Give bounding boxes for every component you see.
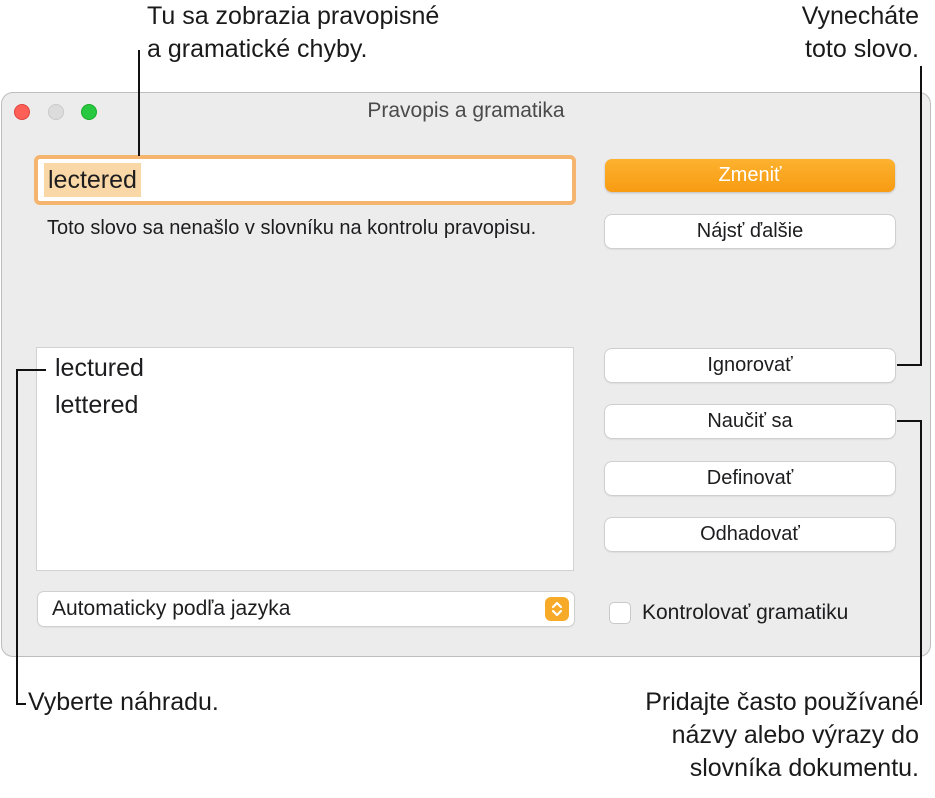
- spelling-grammar-window: Pravopis a gramatika lectered Toto slovo…: [1, 92, 931, 657]
- misspelled-word-text[interactable]: lectered: [44, 163, 141, 197]
- callout-line: toto slovo.: [805, 35, 919, 63]
- callout-line: a gramatické chyby.: [147, 35, 368, 63]
- check-grammar-checkbox[interactable]: [609, 602, 631, 624]
- status-message: Toto slovo sa nenašlo v slovníku na kont…: [47, 217, 537, 239]
- callout-line: Tu sa zobrazia pravopisné: [147, 2, 440, 30]
- callout-line: názvy alebo výrazy do: [671, 721, 919, 749]
- callout-skip-word: Vynecháte toto slovo.: [802, 0, 919, 66]
- callout-learn-words: Pridajte často používané názvy alebo výr…: [645, 686, 919, 785]
- window-title: Pravopis a gramatika: [367, 99, 565, 122]
- language-select[interactable]: Automaticky podľa jazyka: [38, 592, 574, 626]
- title-bar: Pravopis a gramatika: [2, 93, 930, 131]
- callout-leader-line: [897, 420, 922, 422]
- ignore-button[interactable]: Ignorovať: [605, 349, 895, 382]
- suggestions-list[interactable]: lectured lettered: [36, 347, 574, 571]
- misspelled-word-field[interactable]: lectered: [34, 155, 576, 205]
- callout-leader-line: [138, 50, 140, 156]
- callout-leader-line: [920, 66, 922, 366]
- list-item[interactable]: lectured: [55, 351, 144, 385]
- language-select-value: Automaticky podľa jazyka: [52, 597, 291, 620]
- callout-leader-line: [920, 420, 922, 705]
- find-next-button[interactable]: Nájsť ďalšie: [605, 215, 895, 248]
- callout-line: Vynecháte: [801, 2, 919, 30]
- callout-leader-line: [16, 369, 46, 371]
- callout-leader-line: [16, 703, 26, 705]
- define-button[interactable]: Definovať: [605, 462, 895, 495]
- callout-leader-line: [16, 369, 18, 705]
- callout-line: Vyberte náhradu.: [28, 688, 219, 716]
- learn-button[interactable]: Naučiť sa: [605, 405, 895, 438]
- callout-line: slovníka dokumentu.: [689, 754, 919, 782]
- callout-leader-line: [897, 364, 922, 366]
- callout-choose-replacement: Vyberte náhradu.: [28, 686, 219, 719]
- callout-spelling-errors: Tu sa zobrazia pravopisné a gramatické c…: [147, 0, 439, 66]
- chevron-up-down-icon: [545, 597, 569, 621]
- guess-button[interactable]: Odhadovať: [605, 518, 895, 551]
- change-button[interactable]: Zmeniť: [605, 159, 895, 192]
- list-item[interactable]: lettered: [55, 388, 138, 422]
- check-grammar-label: Kontrolovať gramatiku: [642, 601, 849, 624]
- callout-line: Pridajte často používané: [645, 688, 919, 716]
